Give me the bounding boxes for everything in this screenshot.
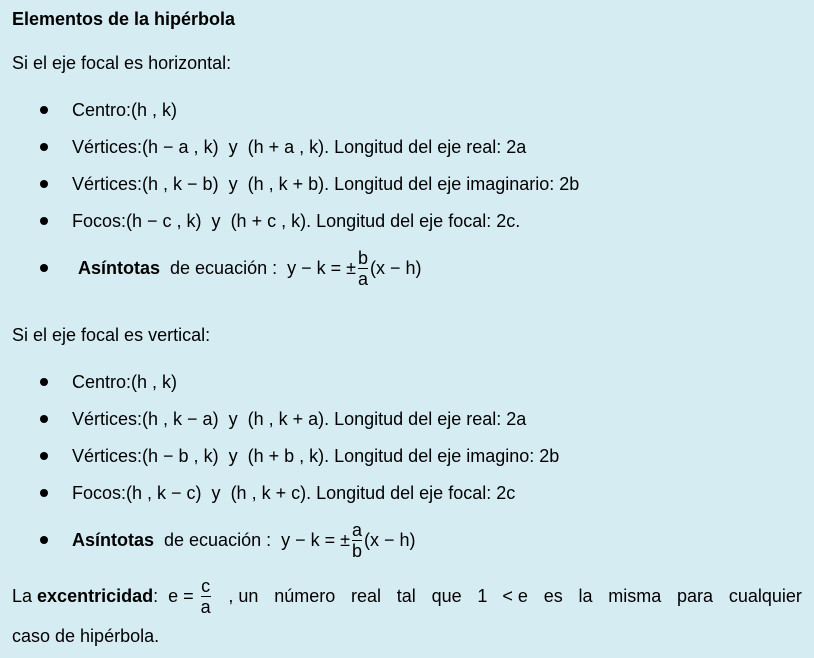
bullet <box>40 415 48 423</box>
bullet <box>40 180 48 188</box>
item-text: . Longitud del eje imaginario: 2b <box>324 173 580 194</box>
paragraph-word: , un <box>228 585 259 606</box>
horizontal-intro: Si el eje focal es horizontal: <box>12 53 232 73</box>
math-expression: (h − b , k) <box>142 445 219 466</box>
item-text: . Longitud del eje imagino: 2b <box>324 445 560 466</box>
item-label-bold: Asíntotas <box>72 529 155 550</box>
paragraph-word: número <box>274 585 336 606</box>
bullet <box>40 452 48 460</box>
fraction-denominator: b <box>352 540 363 561</box>
fraction-numerator: a <box>352 519 363 540</box>
item-label-bold: Asíntotas <box>78 257 161 278</box>
fraction: b a <box>358 247 369 289</box>
paragraph-word: para <box>677 585 714 606</box>
bullet <box>40 536 48 544</box>
math-expression: 1 < e <box>477 585 528 606</box>
paragraph-word: tal <box>396 585 416 606</box>
math-expression: y − k = ± <box>281 529 351 550</box>
math-expression: (h , k − c) <box>126 482 202 503</box>
fraction-numerator: c <box>201 575 211 596</box>
item-text: . Longitud del eje real: 2a <box>324 136 527 157</box>
item-label: Vértices: <box>72 445 143 466</box>
paragraph-word: cualquier <box>728 585 802 606</box>
item-text: . Longitud del eje focal: 2c <box>306 482 516 503</box>
connector-text: y <box>218 136 248 157</box>
fraction-numerator: b <box>358 247 369 268</box>
connector-text: y <box>218 445 248 466</box>
connector-text: y <box>218 408 248 429</box>
math-expression: (h , k + b) <box>247 173 325 194</box>
math-expression: (h − c , k) <box>126 210 202 231</box>
math-expression: y − k = ± <box>287 257 357 278</box>
paragraph-word: es <box>543 585 563 606</box>
bullet <box>40 143 48 151</box>
paragraph-word: que <box>431 585 462 606</box>
bullet <box>40 264 48 272</box>
excentricidad-term: excentricidad <box>37 585 154 606</box>
item-label: Focos: <box>72 482 127 503</box>
fraction: c a <box>200 575 211 617</box>
math-expression: (h , k) <box>131 371 178 392</box>
math-expression: (h , k + a) <box>247 408 325 429</box>
item-label: Centro: <box>72 99 132 120</box>
bullet <box>40 106 48 114</box>
item-text: . Longitud del eje real: 2a <box>324 408 527 429</box>
connector-text: y <box>201 210 231 231</box>
math-expression: (h , k − a) <box>142 408 219 429</box>
connector-text: y <box>201 482 231 503</box>
paragraph-word: misma <box>608 585 662 606</box>
math-expression: (x − h) <box>370 257 422 278</box>
vertical-intro: Si el eje focal es vertical: <box>12 325 211 345</box>
fraction-denominator: a <box>358 268 369 289</box>
item-label: Centro: <box>72 371 132 392</box>
paragraph-word: real <box>351 585 382 606</box>
excentricidad-line: La excentricidad : e = c a , un número r… <box>12 574 802 618</box>
math-expression: : e = <box>153 585 199 606</box>
bullet <box>40 378 48 386</box>
bullet <box>40 217 48 225</box>
math-expression: (h , k) <box>131 99 178 120</box>
math-expression: (h , k − b) <box>142 173 219 194</box>
connector-text: y <box>218 173 248 194</box>
item-label: Vértices: <box>72 408 143 429</box>
math-expression: (h , k + c) <box>230 482 307 503</box>
math-expression: (h − a , k) <box>142 136 219 157</box>
math-expression: (x − h) <box>364 529 416 550</box>
bullet <box>40 489 48 497</box>
paragraph-text: La <box>12 585 38 606</box>
fraction-denominator: a <box>200 596 211 617</box>
math-expression: (h + b , k) <box>247 445 325 466</box>
item-text: . Longitud del eje focal: 2c. <box>306 210 521 231</box>
item-text: de ecuación : <box>154 529 282 550</box>
paragraph-word: la <box>578 585 593 606</box>
math-expression: (h + a , k) <box>247 136 325 157</box>
item-label: Vértices: <box>72 136 143 157</box>
fraction: a b <box>352 519 363 561</box>
item-label: Focos: <box>72 210 127 231</box>
item-label: Vértices: <box>72 173 143 194</box>
math-expression: (h + c , k) <box>230 210 307 231</box>
item-text: de ecuación : <box>160 257 288 278</box>
page-title: Elementos de la hipérbola <box>12 9 236 29</box>
excentricidad-line-2: caso de hipérbola. <box>12 626 160 646</box>
